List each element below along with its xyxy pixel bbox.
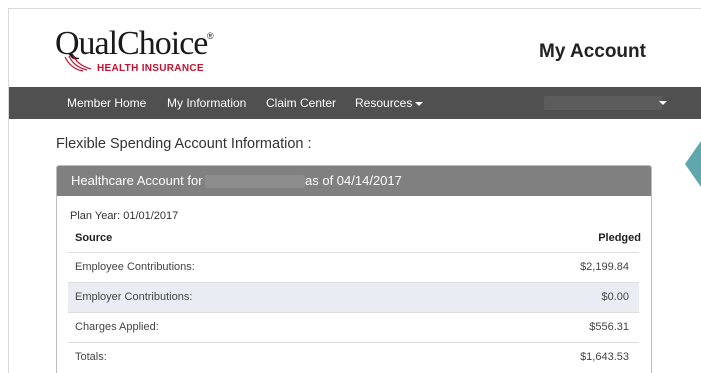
nav-claim-center[interactable]: Claim Center: [266, 87, 336, 119]
row-pledged: $2,199.84: [580, 261, 629, 273]
column-header-source: Source: [75, 232, 113, 244]
nav-resources-label: Resources: [355, 96, 413, 110]
column-header-pledged: Pledged: [598, 232, 641, 244]
redacted-name: [205, 175, 305, 188]
user-menu-chevron-down-icon[interactable]: [659, 101, 667, 105]
page-title: My Account: [539, 41, 646, 62]
row-pledged: $0.00: [601, 291, 629, 303]
callout-arrow-icon: [685, 141, 701, 187]
qualchoice-logo[interactable]: QualChoice ® HEALTH INSURANCE: [55, 25, 265, 77]
nav-member-home[interactable]: Member Home: [67, 87, 146, 119]
site-header: QualChoice ® HEALTH INSURANCE My Account: [9, 9, 701, 87]
row-pledged: $556.31: [589, 321, 629, 333]
registered-mark: ®: [207, 31, 214, 41]
logo-swoosh-icon: [64, 55, 92, 72]
row-pledged: $1,643.53: [580, 351, 629, 363]
plan-year: Plan Year: 01/01/2017: [70, 210, 179, 222]
row-source: Charges Applied:: [75, 321, 159, 333]
fsa-section-title: Flexible Spending Account Information :: [56, 136, 312, 152]
app-window: QualChoice ® HEALTH INSURANCE My Account…: [8, 8, 701, 373]
nav-my-information[interactable]: My Information: [167, 87, 246, 119]
nav-resources[interactable]: Resources: [355, 87, 424, 119]
main-navbar: Member Home My Information Claim Center …: [9, 87, 701, 119]
as-of-date: as of 04/14/2017: [305, 173, 402, 188]
table-row: Employer Contributions: $0.00: [68, 282, 639, 312]
row-source: Employee Contributions:: [75, 261, 195, 273]
row-source: Totals:: [75, 351, 107, 363]
chevron-down-icon: [415, 101, 424, 106]
logo-subtitle: HEALTH INSURANCE: [97, 63, 204, 74]
table-row: Employee Contributions: $2,199.84: [68, 252, 639, 282]
panel-header: Healthcare Account for as of 04/14/2017: [57, 166, 651, 196]
user-menu[interactable]: [544, 96, 662, 110]
table-row: Totals: $1,643.53: [68, 342, 639, 372]
healthcare-account-panel: Healthcare Account for as of 04/14/2017 …: [56, 165, 652, 373]
row-source: Employer Contributions:: [75, 291, 193, 303]
table-row: Charges Applied: $556.31: [68, 312, 639, 342]
account-label: Healthcare Account for: [71, 173, 203, 188]
